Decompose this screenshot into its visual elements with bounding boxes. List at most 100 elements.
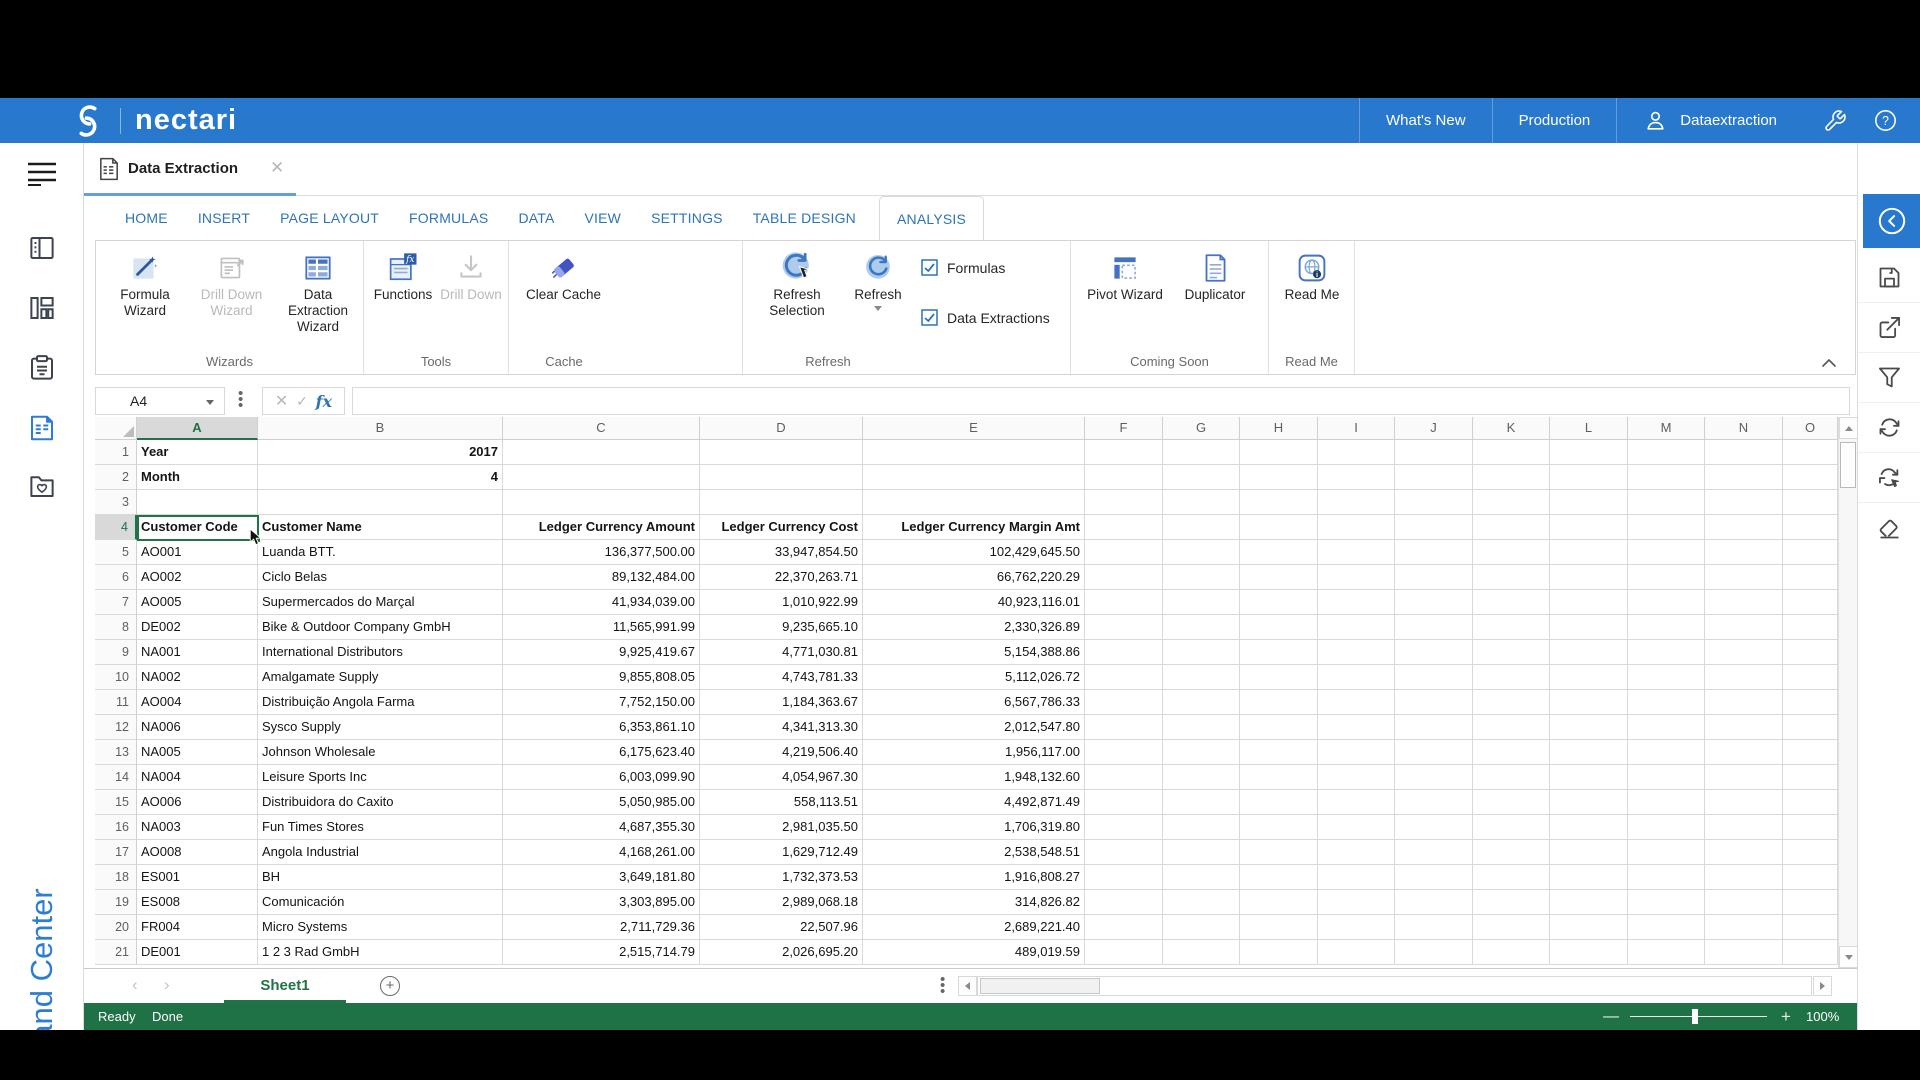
- cell-H2[interactable]: [1240, 465, 1318, 490]
- cell-B17[interactable]: Angola Industrial: [258, 840, 503, 865]
- cell-L18[interactable]: [1550, 865, 1628, 890]
- cell-L1[interactable]: [1550, 440, 1628, 465]
- cell-C9[interactable]: 9,925,419.67: [503, 640, 700, 665]
- cell-O3[interactable]: [1783, 490, 1838, 515]
- scroll-left-button[interactable]: [958, 976, 977, 996]
- ribbon-tab-view[interactable]: VIEW: [570, 196, 637, 240]
- column-header-C[interactable]: C: [503, 417, 700, 440]
- cell-A1[interactable]: Year: [137, 440, 258, 465]
- share-button[interactable]: [1858, 303, 1920, 353]
- scroll-right-button[interactable]: [1813, 976, 1832, 996]
- cell-H10[interactable]: [1240, 665, 1318, 690]
- cell-K6[interactable]: [1473, 565, 1550, 590]
- column-header-I[interactable]: I: [1318, 417, 1395, 440]
- sheet-tab-sheet1[interactable]: Sheet1: [224, 969, 346, 1003]
- cell-I9[interactable]: [1318, 640, 1395, 665]
- cell-B6[interactable]: Ciclo Belas: [258, 565, 503, 590]
- cell-N1[interactable]: [1705, 440, 1783, 465]
- insert-function-icon[interactable]: fx: [316, 392, 332, 411]
- cell-M8[interactable]: [1628, 615, 1705, 640]
- cell-G1[interactable]: [1163, 440, 1240, 465]
- cell-K3[interactable]: [1473, 490, 1550, 515]
- cell-J19[interactable]: [1395, 890, 1473, 915]
- name-box[interactable]: A4: [95, 387, 225, 415]
- environment-selector[interactable]: Production: [1492, 98, 1617, 143]
- cell-O19[interactable]: [1783, 890, 1838, 915]
- cell-H18[interactable]: [1240, 865, 1318, 890]
- hamburger-menu-icon[interactable]: [26, 160, 58, 186]
- cell-C12[interactable]: 6,353,861.10: [503, 715, 700, 740]
- row-header-15[interactable]: 15: [95, 790, 137, 815]
- cell-L10[interactable]: [1550, 665, 1628, 690]
- cell-E2[interactable]: [863, 465, 1085, 490]
- row-header-18[interactable]: 18: [95, 865, 137, 890]
- cell-K10[interactable]: [1473, 665, 1550, 690]
- cell-M1[interactable]: [1628, 440, 1705, 465]
- cell-A17[interactable]: AO008: [137, 840, 258, 865]
- cell-G14[interactable]: [1163, 765, 1240, 790]
- cell-L5[interactable]: [1550, 540, 1628, 565]
- zoom-slider[interactable]: [1630, 1016, 1767, 1017]
- cell-C20[interactable]: 2,711,729.36: [503, 915, 700, 940]
- sheet-bar-kebab-icon[interactable]: •••: [940, 977, 945, 995]
- ribbon-tab-data[interactable]: DATA: [503, 196, 569, 240]
- cell-N4[interactable]: [1705, 515, 1783, 540]
- cell-H5[interactable]: [1240, 540, 1318, 565]
- cell-F13[interactable]: [1085, 740, 1163, 765]
- cell-C15[interactable]: 5,050,985.00: [503, 790, 700, 815]
- cell-A21[interactable]: DE001: [137, 940, 258, 965]
- cell-H14[interactable]: [1240, 765, 1318, 790]
- cell-J12[interactable]: [1395, 715, 1473, 740]
- cell-O8[interactable]: [1783, 615, 1838, 640]
- pivot-wizard-button[interactable]: Pivot Wizard: [1081, 249, 1169, 303]
- zoom-out-icon[interactable]: —: [1603, 1008, 1619, 1026]
- whats-new-link[interactable]: What's New: [1359, 98, 1492, 143]
- cell-K11[interactable]: [1473, 690, 1550, 715]
- row-header-16[interactable]: 16: [95, 815, 137, 840]
- cell-C7[interactable]: 41,934,039.00: [503, 590, 700, 615]
- cell-N2[interactable]: [1705, 465, 1783, 490]
- scroll-up-button[interactable]: [1839, 417, 1858, 439]
- cell-F4[interactable]: [1085, 515, 1163, 540]
- cell-O12[interactable]: [1783, 715, 1838, 740]
- cell-I6[interactable]: [1318, 565, 1395, 590]
- tab-data-extraction[interactable]: Data Extraction ✕: [84, 143, 296, 196]
- cell-K14[interactable]: [1473, 765, 1550, 790]
- cell-F9[interactable]: [1085, 640, 1163, 665]
- cell-C10[interactable]: 9,855,808.05: [503, 665, 700, 690]
- cell-G21[interactable]: [1163, 940, 1240, 965]
- cell-L12[interactable]: [1550, 715, 1628, 740]
- cell-E11[interactable]: 6,567,786.33: [863, 690, 1085, 715]
- read-me-button[interactable]: i Read Me: [1277, 249, 1347, 303]
- cell-D12[interactable]: 4,341,313.30: [700, 715, 863, 740]
- cell-I7[interactable]: [1318, 590, 1395, 615]
- cell-A15[interactable]: AO006: [137, 790, 258, 815]
- cell-L2[interactable]: [1550, 465, 1628, 490]
- row-header-20[interactable]: 20: [95, 915, 137, 940]
- cell-L13[interactable]: [1550, 740, 1628, 765]
- data-extractions-checkbox[interactable]: Data Extractions: [921, 309, 1050, 326]
- cell-G6[interactable]: [1163, 565, 1240, 590]
- ribbon-tab-analysis[interactable]: ANALYSIS: [879, 196, 984, 240]
- cell-D19[interactable]: 2,989,068.18: [700, 890, 863, 915]
- cell-H15[interactable]: [1240, 790, 1318, 815]
- horizontal-scrollbar[interactable]: [977, 976, 1812, 996]
- cell-H4[interactable]: [1240, 515, 1318, 540]
- cell-A7[interactable]: AO005: [137, 590, 258, 615]
- cell-K21[interactable]: [1473, 940, 1550, 965]
- cell-M10[interactable]: [1628, 665, 1705, 690]
- cell-I8[interactable]: [1318, 615, 1395, 640]
- data-extraction-wizard-button[interactable]: Data Extraction Wizard: [277, 249, 359, 335]
- cell-F12[interactable]: [1085, 715, 1163, 740]
- cell-J11[interactable]: [1395, 690, 1473, 715]
- cell-H11[interactable]: [1240, 690, 1318, 715]
- vertical-scrollbar-thumb[interactable]: [1840, 442, 1856, 488]
- cell-I16[interactable]: [1318, 815, 1395, 840]
- sidebar-panel-icon[interactable]: [27, 233, 57, 263]
- cell-B20[interactable]: Micro Systems: [258, 915, 503, 940]
- cell-J10[interactable]: [1395, 665, 1473, 690]
- cell-C19[interactable]: 3,303,895.00: [503, 890, 700, 915]
- cell-H3[interactable]: [1240, 490, 1318, 515]
- cell-B12[interactable]: Sysco Supply: [258, 715, 503, 740]
- cell-I10[interactable]: [1318, 665, 1395, 690]
